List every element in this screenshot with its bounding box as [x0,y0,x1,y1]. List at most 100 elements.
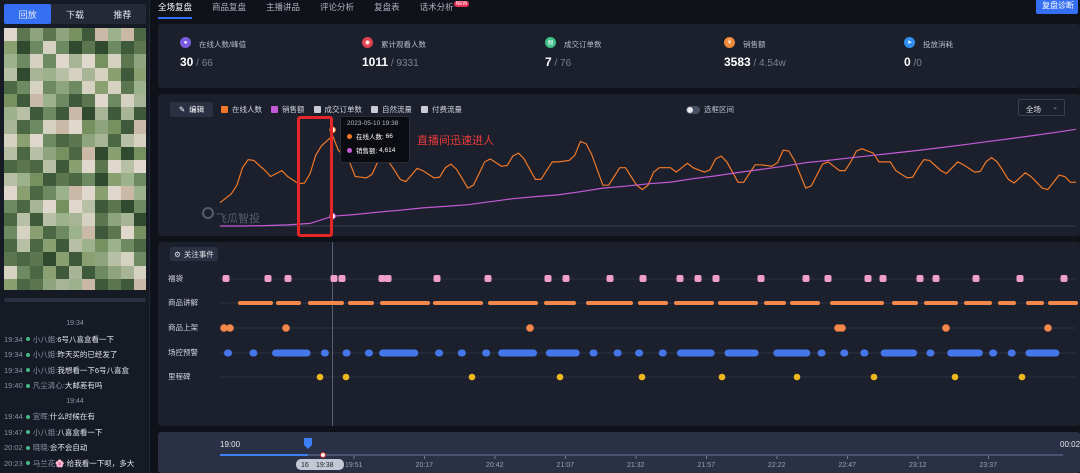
product-listing-event[interactable] [1044,324,1052,332]
legend-item[interactable]: 付费流量 [421,104,462,115]
product-explain-segment[interactable] [718,301,758,305]
product-explain-segment[interactable] [544,301,576,305]
control-alert-event[interactable] [635,349,644,357]
control-alert-event[interactable] [498,349,538,357]
lucky-bag-event[interactable] [378,275,386,282]
control-alert-event[interactable] [989,349,998,357]
product-explain-segment[interactable] [276,301,301,305]
product-listing-event[interactable] [526,324,534,332]
product-explain-segment[interactable] [348,301,374,305]
control-alert-event[interactable] [457,349,466,357]
nav-tab-4[interactable]: 复盘表 [374,0,400,13]
lucky-bag-event[interactable] [562,275,570,282]
product-explain-segment[interactable] [674,301,714,305]
lucky-bag-event[interactable] [330,275,338,282]
nav-tab-1[interactable]: 商品复盘 [212,0,246,13]
product-explain-segment[interactable] [380,301,430,305]
edit-button[interactable]: ✎ 编辑 [170,102,213,117]
product-explain-segment[interactable] [924,301,958,305]
product-explain-segment[interactable] [892,301,918,305]
lucky-bag-event[interactable] [1016,275,1024,282]
playback-scrubber[interactable]: 19:00 00:02 16 19:38 19:51 20:17 20:42 21:07 21:… [158,432,1080,473]
lucky-bag-event[interactable] [757,275,765,282]
control-alert-event[interactable] [658,349,667,357]
playhead-marker[interactable] [320,452,326,458]
legend-item[interactable]: 自然流量 [371,104,412,115]
scrubber-track[interactable]: 19:00 00:02 16 19:38 19:51 20:17 20:42 21:07 21:… [158,432,1080,473]
product-explain-segment[interactable] [488,301,538,305]
control-alert-event[interactable] [589,349,598,357]
control-alert-event[interactable] [1025,349,1060,357]
control-alert-event[interactable] [482,349,491,357]
control-alert-event[interactable] [379,349,419,357]
left-tab-0[interactable]: 回放 [4,4,52,24]
control-alert-event[interactable] [724,349,759,357]
lucky-bag-event[interactable] [433,275,441,282]
nav-tab-2[interactable]: 主播讲品 [266,0,300,13]
lucky-bag-event[interactable] [932,275,940,282]
milestone-event[interactable] [468,373,476,381]
milestone-event[interactable] [316,373,324,381]
product-explain-segment[interactable] [830,301,884,305]
legend-item[interactable]: 成交订单数 [313,104,362,115]
lucky-bag-event[interactable] [264,275,272,282]
product-explain-segment[interactable] [433,301,483,305]
control-alert-event[interactable] [926,349,935,357]
control-alert-event[interactable] [364,349,373,357]
product-explain-segment[interactable] [998,301,1016,305]
milestone-event[interactable] [951,373,959,381]
lucky-bag-event[interactable] [694,275,702,282]
lucky-bag-event[interactable] [222,275,230,282]
lucky-bag-event[interactable] [384,275,392,282]
control-alert-event[interactable] [224,349,232,357]
product-explain-segment[interactable] [964,301,992,305]
scope-select[interactable]: 全场 ⌄ [1018,99,1065,116]
product-listing-event[interactable] [942,324,950,332]
control-alert-event[interactable] [817,349,826,357]
milestone-event[interactable] [793,373,801,381]
lucky-bag-event[interactable] [338,275,346,282]
chat-scrollbar[interactable] [4,298,146,302]
control-alert-event[interactable] [773,349,811,357]
left-tab-1[interactable]: 下载 [51,4,98,24]
control-alert-event[interactable] [676,349,715,357]
product-explain-segment[interactable] [308,301,344,305]
nav-tab-5[interactable]: 话术分析 NEW [420,0,470,13]
control-alert-event[interactable] [947,349,983,357]
lucky-bag-event[interactable] [484,275,492,282]
control-alert-event[interactable] [545,349,580,357]
control-alert-event[interactable] [320,349,329,357]
event-timeline[interactable] [158,242,1080,426]
review-diagnosis-button[interactable]: 复盘诊断 [1036,0,1078,14]
live-video-preview[interactable] [4,28,146,290]
product-listing-event[interactable] [838,324,846,332]
lucky-bag-event[interactable] [824,275,832,282]
product-explain-segment[interactable] [1048,301,1078,305]
control-alert-event[interactable] [342,349,351,357]
control-alert-event[interactable] [860,349,869,357]
product-listing-event[interactable] [226,324,234,332]
lucky-bag-event[interactable] [712,275,720,282]
toggle-switch[interactable] [686,105,700,114]
lucky-bag-event[interactable] [879,275,887,282]
control-alert-event[interactable] [880,349,918,357]
scrubber-handle-icon[interactable] [304,438,312,449]
lucky-bag-event[interactable] [802,275,810,282]
lucky-bag-event[interactable] [972,275,980,282]
product-explain-segment[interactable] [238,301,273,305]
milestone-event[interactable] [1018,373,1026,381]
milestone-event[interactable] [638,373,646,381]
control-alert-event[interactable] [272,349,311,357]
lucky-bag-event[interactable] [1060,275,1068,282]
milestone-event[interactable] [556,373,564,381]
control-alert-event[interactable] [249,349,258,357]
milestone-event[interactable] [870,373,878,381]
product-explain-segment[interactable] [1026,301,1044,305]
milestone-event[interactable] [718,373,726,381]
lucky-bag-event[interactable] [639,275,647,282]
lucky-bag-event[interactable] [544,275,552,282]
control-alert-event[interactable] [1007,349,1016,357]
left-tab-2[interactable]: 推荐 [99,4,146,24]
lucky-bag-event[interactable] [676,275,684,282]
legend-item[interactable]: 在线人数 [221,104,262,115]
